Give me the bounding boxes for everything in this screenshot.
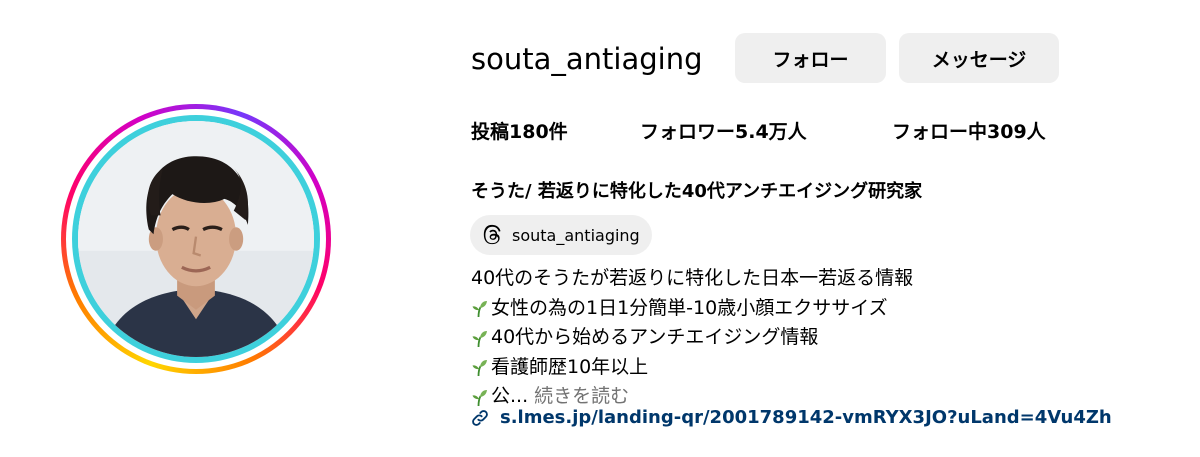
bio-line: 看護師歴10年以上 xyxy=(471,353,913,383)
bio-line: 女性の為の1日1分簡単-10歳小顔エクササイズ xyxy=(471,294,913,324)
external-link[interactable]: s.lmes.jp/landing-qr/2001789142-vmRYX3JO… xyxy=(470,407,1112,428)
bio-text: 女性の為の1日1分簡単-10歳小顔エクササイズ xyxy=(491,296,888,319)
bio-line: 40代から始めるアンチエイジング情報 xyxy=(471,323,913,353)
threads-badge[interactable]: souta_antiaging xyxy=(470,215,652,255)
bio-text: 40代から始めるアンチエイジング情報 xyxy=(491,326,819,348)
stat-followers[interactable]: フォロワー5.4万人 xyxy=(640,117,807,144)
avatar-photo-icon xyxy=(78,121,314,357)
stat-following-label: フォロー中 xyxy=(892,121,988,143)
bio-text: 看護師歴10年以上 xyxy=(491,355,649,378)
seedling-icon xyxy=(471,298,488,318)
follow-button[interactable]: フォロー xyxy=(735,33,886,83)
bio: 40代のそうたが若返りに特化した日本一若返る情報 女性の為の1日1分簡単-10歳… xyxy=(471,264,913,412)
stat-following[interactable]: フォロー中309人 xyxy=(892,117,1046,144)
threads-icon xyxy=(482,224,504,246)
stat-posts-label: 投稿 xyxy=(471,121,510,143)
link-icon xyxy=(470,408,490,428)
stat-posts: 投稿180件 xyxy=(471,117,568,144)
seedling-icon xyxy=(471,328,488,348)
bio-line: 40代のそうたが若返りに特化した日本一若返る情報 xyxy=(471,264,913,294)
avatar[interactable] xyxy=(78,121,314,357)
external-link-text[interactable]: s.lmes.jp/landing-qr/2001789142-vmRYX3JO… xyxy=(500,407,1112,428)
message-button[interactable]: メッセージ xyxy=(899,33,1059,83)
seedling-icon xyxy=(471,357,488,377)
stat-followers-label: フォロワー xyxy=(640,121,736,143)
stat-following-count: 309人 xyxy=(987,121,1046,143)
full-name: そうた/ 若返りに特化した40代アンチエイジング研究家 xyxy=(471,181,923,202)
stat-posts-count: 180件 xyxy=(509,121,568,143)
username: souta_antiaging xyxy=(471,42,703,76)
threads-handle: souta_antiaging xyxy=(512,225,640,245)
profile-header: souta_antiaging フォロー メッセージ 投稿180件 フォロワー5… xyxy=(0,0,1200,457)
bio-text: 40代のそうたが若返りに特化した日本一若返る情報 xyxy=(471,267,914,289)
stat-followers-count: 5.4万人 xyxy=(735,121,807,143)
seedling-icon xyxy=(471,387,488,407)
story-ring[interactable] xyxy=(61,104,331,374)
